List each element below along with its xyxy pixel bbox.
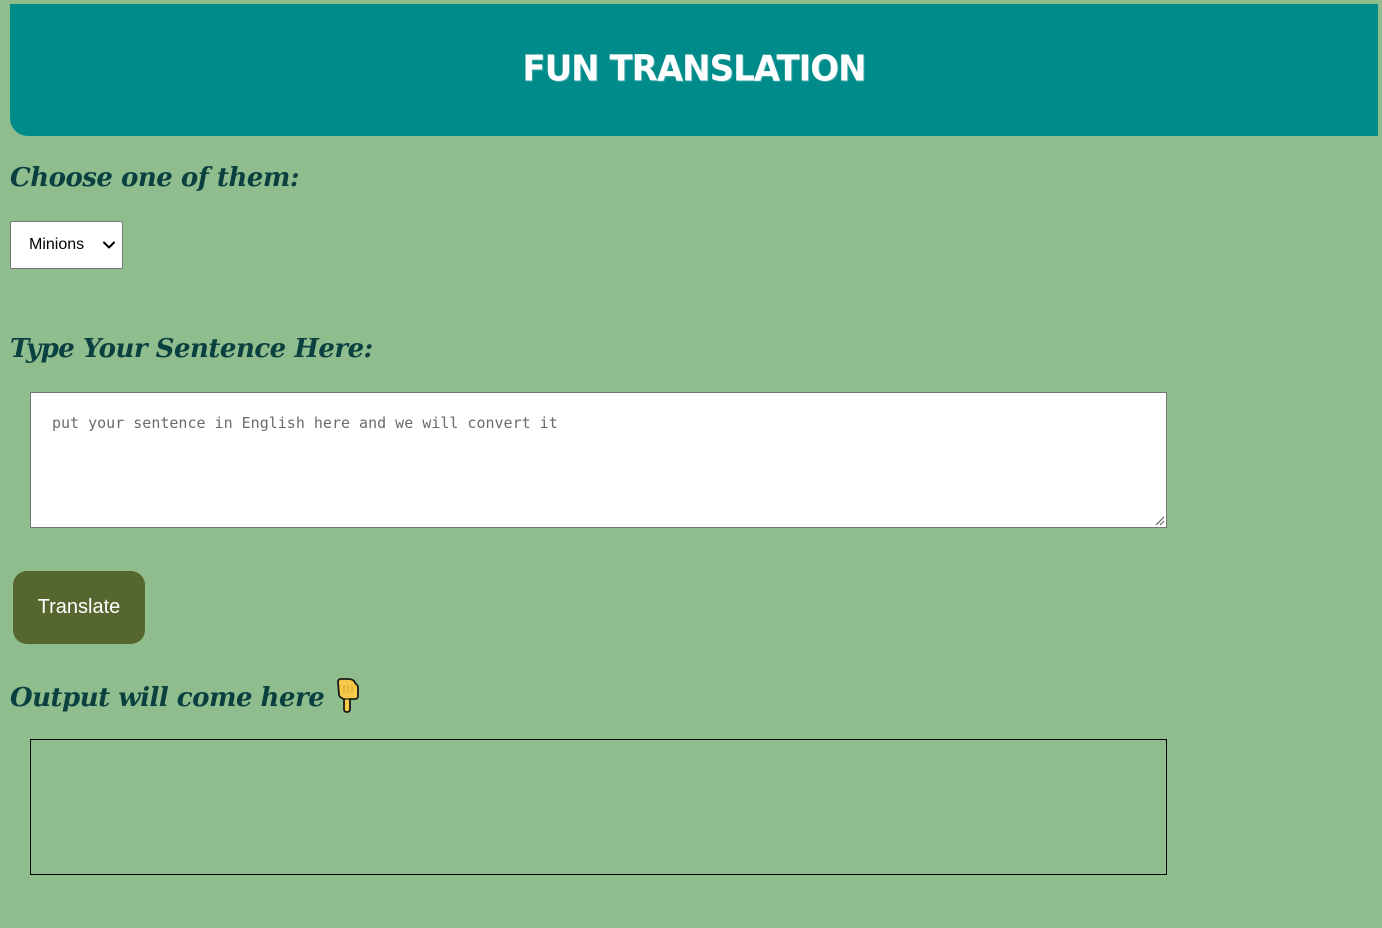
sentence-input-placeholder: put your sentence in English here and we… [52,414,558,432]
translator-select[interactable]: Minions [10,221,123,269]
pointing-down-hand-icon [337,678,360,713]
sentence-input[interactable]: put your sentence in English here and we… [30,392,1167,528]
chevron-down-icon [103,241,115,249]
translator-select-value: Minions [29,236,85,253]
choose-label: Choose one of them: [10,163,300,193]
output-heading: Output will come here [10,678,362,716]
output-box [30,739,1167,875]
output-label: Output will come here [10,683,325,713]
resize-grip-icon[interactable] [1153,514,1165,526]
sentence-label: Type Your Sentence Here: [10,334,373,364]
app-header: FUN TRANSLATION [10,4,1378,136]
translate-button[interactable]: Translate [13,571,145,644]
app-title: FUN TRANSLATION [522,48,866,90]
